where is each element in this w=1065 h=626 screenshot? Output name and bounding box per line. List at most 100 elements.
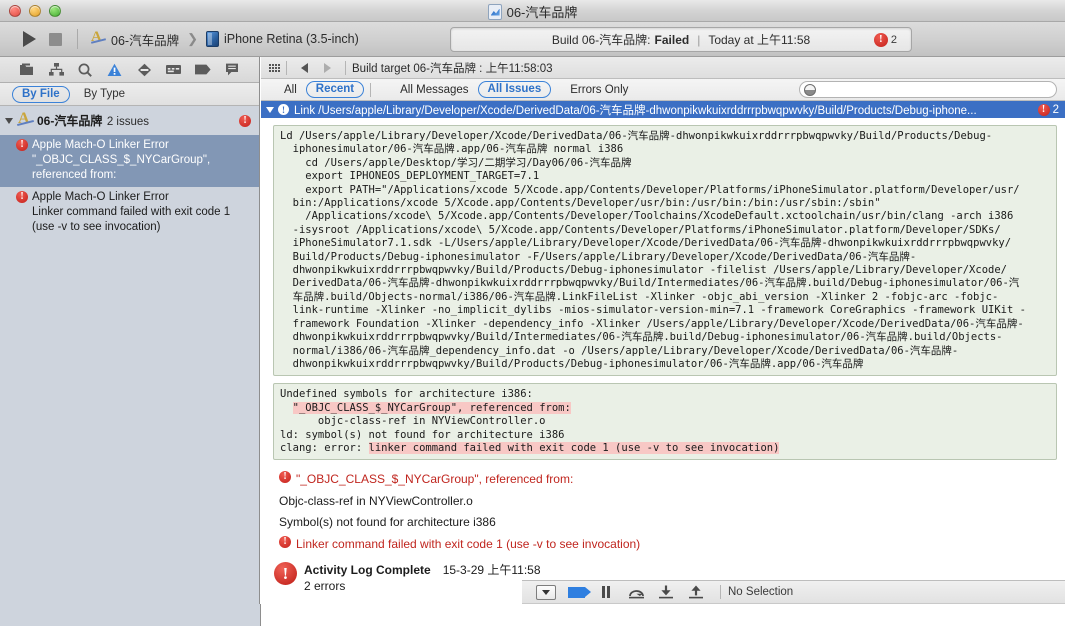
breakpoint-navigator-tab[interactable] [192, 60, 214, 80]
back-button[interactable] [293, 62, 316, 73]
error-icon: ! [279, 535, 291, 548]
error-icon: ! [239, 115, 251, 127]
banner-error-badge: ! 2 [1037, 103, 1059, 116]
filter-by-type[interactable]: By Type [84, 88, 125, 100]
scheme-icon [17, 110, 34, 130]
run-button[interactable] [16, 26, 42, 52]
test-navigator-tab[interactable] [133, 60, 155, 80]
banner-error-count: 2 [1052, 103, 1059, 116]
pause-icon [601, 586, 611, 598]
status-prefix: Build 06-汽车品牌: [551, 33, 651, 47]
filter-all-issues[interactable]: All Issues [477, 81, 552, 98]
log-issue-text: Linker command failed with exit code 1 (… [296, 536, 641, 551]
error-icon: ! [278, 104, 289, 115]
project-navigator-tab[interactable] [16, 60, 38, 80]
issue-group-title: 06-汽车品牌 [37, 114, 103, 128]
log-content-scroll[interactable]: Ld /Users/apple/Library/Developer/Xcode/… [261, 118, 1065, 590]
navigator-filter-bar: By File By Type [0, 83, 259, 106]
disclosure-triangle-icon[interactable] [266, 106, 274, 113]
log-issue-row-1: Objc-class-ref in NYViewController.o [279, 491, 1065, 512]
continue-button[interactable] [561, 583, 591, 601]
summary-text: Activity Log Complete 15-3-29 上午11:58 2 e… [304, 561, 541, 590]
error-line-4: ld: symbol(s) not found for architecture… [280, 428, 565, 441]
breadcrumb-chevron-icon: ❯ [187, 31, 198, 46]
error-count: 2 [890, 33, 897, 46]
window-title: 06-汽车品牌 [0, 2, 1065, 21]
xcode-project-icon [487, 3, 502, 20]
divider [345, 60, 346, 75]
issue-group-text: 06-汽车品牌 2 issues [37, 111, 251, 131]
pause-button[interactable] [591, 583, 621, 601]
main-toolbar: 06-汽车品牌 ❯ iPhone Retina (3.5-inch) Build… [0, 22, 1065, 57]
navigator-issue-item-1[interactable]: ! Apple Mach-O Linker Error Linker comma… [0, 187, 259, 239]
filter-recent[interactable]: Recent [305, 81, 365, 98]
grid-view-icon[interactable] [269, 63, 280, 72]
link-task-banner[interactable]: ! Link /Users/apple/Library/Developer/Xc… [261, 101, 1065, 118]
error-icon: ! [279, 471, 291, 484]
error-icon: ! [873, 32, 888, 47]
divider [720, 585, 721, 599]
log-navigator-tab[interactable] [221, 60, 243, 80]
status-error-badge[interactable]: ! 2 [873, 32, 897, 47]
chevron-right-icon [324, 62, 331, 73]
scheme-icon [91, 29, 106, 47]
window-title-text: 06-汽车品牌 [506, 5, 578, 20]
dropdown-icon [536, 584, 556, 600]
issue-item-text: Apple Mach-O Linker Error Linker command… [32, 190, 251, 235]
toolbar-divider [77, 29, 78, 49]
error-line-3: objc-class-ref in NYViewController.o [280, 415, 546, 428]
step-out-button[interactable] [681, 583, 711, 601]
forward-button[interactable] [316, 62, 339, 73]
stop-button[interactable] [42, 26, 68, 52]
step-over-button[interactable] [621, 583, 651, 601]
log-issue-row-0[interactable]: ! "_OBJC_CLASS_$_NYCarGroup", referenced… [279, 469, 1065, 490]
filter-by-file[interactable]: By File [12, 85, 70, 103]
xcode-window: 06-汽车品牌 06-汽车品牌 ❯ iPhone Retina (3.5-inc… [0, 0, 1065, 626]
summary-time: 15-3-29 上午11:58 [442, 562, 541, 577]
debug-navigator-tab[interactable] [163, 60, 185, 80]
error-icon: ! [1037, 103, 1050, 116]
issue-item-title: Apple Mach-O Linker Error [32, 139, 169, 151]
filter-errors-only[interactable]: Errors Only [561, 84, 637, 96]
link-task-label: Link /Users/apple/Library/Developer/Xcod… [294, 104, 977, 117]
error-badge: ! [16, 190, 28, 235]
navigator-issue-list: 06-汽车品牌 2 issues ! ! Apple Mach-O Linker… [0, 106, 259, 626]
issue-item-text: Apple Mach-O Linker Error "_OBJC_CLASS_$… [32, 138, 251, 183]
log-issue-row-3[interactable]: ! Linker command failed with exit code 1… [279, 534, 1065, 555]
navigator-panel: By File By Type 06-汽车品牌 2 issues ! ! [0, 57, 260, 626]
log-issue-row-2: Symbol(s) not found for architecture i38… [279, 512, 1065, 533]
scheme-name: 06-汽车品牌 [111, 33, 180, 48]
scheme-selector[interactable]: 06-汽车品牌 ❯ iPhone Retina (3.5-inch) [87, 29, 363, 49]
error-line-5-prefix: clang: error: [280, 441, 369, 454]
link-command-block: Ld /Users/apple/Library/Developer/Xcode/… [273, 125, 1057, 377]
error-icon: ! [16, 139, 28, 151]
log-breadcrumb-bar: Build target 06-汽车品牌 : 上午11:58:03 [261, 57, 1065, 79]
log-search-field[interactable] [799, 81, 1057, 98]
scope-dropdown-button[interactable] [531, 583, 561, 601]
issue-item-detail: Linker command failed with exit code 1 (… [32, 205, 231, 233]
navigator-tab-bar [0, 57, 259, 83]
disclosure-triangle-icon[interactable] [5, 118, 13, 124]
linker-error-block: Undefined symbols for architecture i386:… [273, 383, 1057, 461]
search-navigator-tab[interactable] [74, 60, 96, 80]
log-issue-text: "_OBJC_CLASS_$_NYCarGroup", referenced f… [296, 472, 574, 487]
symbol-navigator-tab[interactable] [45, 60, 67, 80]
navigator-issue-item-0[interactable]: ! Apple Mach-O Linker Error "_OBJC_CLASS… [0, 135, 259, 187]
error-line-2: "_OBJC_CLASS_$_NYCarGroup", referenced f… [292, 401, 571, 414]
device-icon [205, 31, 219, 47]
status-result: Failed [654, 32, 690, 47]
filter-all-messages[interactable]: All Messages [391, 84, 477, 96]
continue-icon [567, 586, 591, 598]
error-icon: ! [274, 561, 297, 585]
filter-all[interactable]: All [275, 84, 306, 96]
error-badge: ! [16, 139, 28, 183]
search-icon [804, 84, 816, 96]
issue-group-subtitle: 2 issues [106, 116, 149, 128]
step-into-button[interactable] [651, 583, 681, 601]
issue-navigator-tab[interactable] [104, 60, 126, 80]
activity-status-view[interactable]: Build 06-汽车品牌: Failed | Today at 上午11:58… [450, 27, 912, 52]
divider [370, 82, 372, 97]
issue-group-row[interactable]: 06-汽车品牌 2 issues ! [0, 106, 259, 135]
window-titlebar: 06-汽车品牌 [0, 0, 1065, 22]
status-time: Today at 上午11:58 [708, 33, 811, 47]
